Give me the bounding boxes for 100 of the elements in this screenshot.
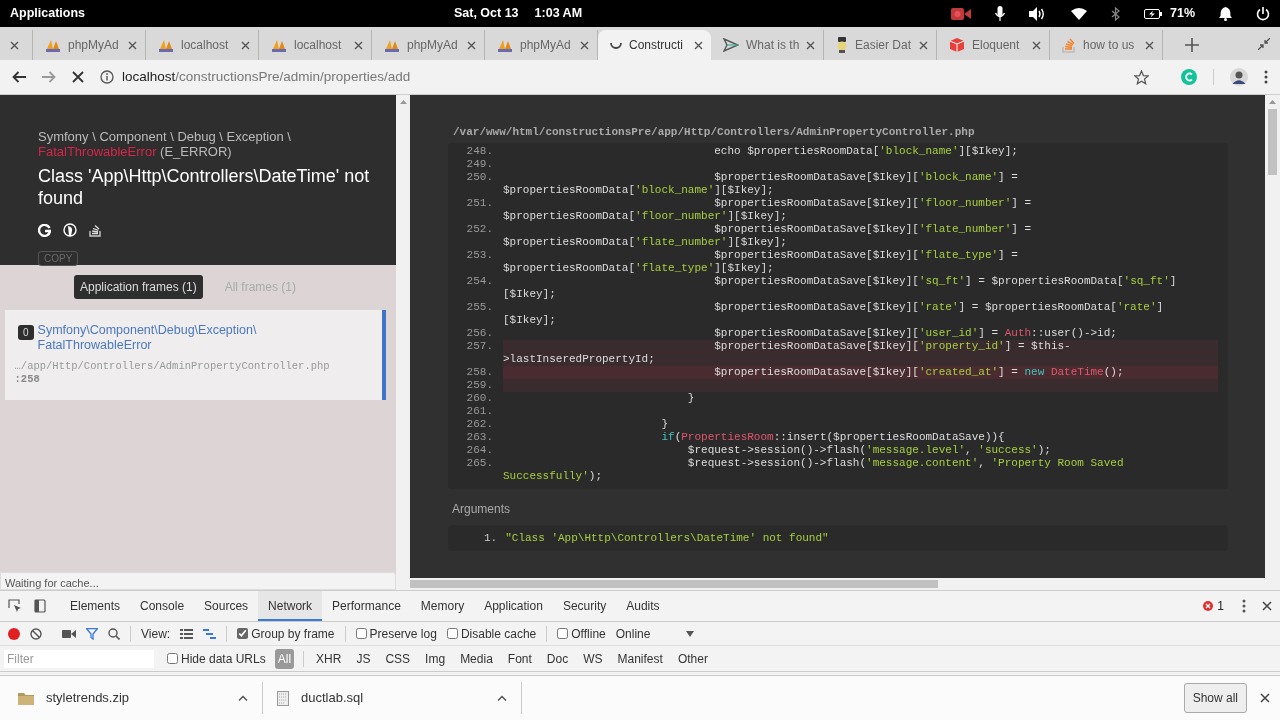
checkbox[interactable] [167,653,178,664]
devtools-tab[interactable]: Elements [60,591,131,621]
checkbox[interactable] [237,628,249,639]
stop-loading-icon[interactable] [72,71,84,83]
type-filter-button[interactable]: Img [422,648,449,669]
frame-filter-button[interactable]: Application frames (1) [73,275,203,299]
type-filter-button[interactable]: CSS [382,648,414,669]
document-file-icon [277,690,289,706]
download-item[interactable]: styletrends.zip [18,682,263,714]
cube-icon [949,37,965,53]
close-icon[interactable] [580,40,589,50]
close-icon[interactable] [1262,601,1272,611]
checkbox[interactable] [446,628,458,639]
close-icon[interactable] [128,40,137,50]
type-filter-button[interactable]: Manifest [614,648,666,669]
close-icon[interactable] [1032,40,1041,50]
new-tab-icon[interactable] [1185,38,1199,52]
record-icon[interactable] [8,627,20,640]
code-line: if(PropertiesRoom::insert($propertiesRoomDataSave)){ [660,431,1006,444]
type-filter-button[interactable]: Doc [543,648,572,669]
close-icon[interactable] [10,40,19,50]
stack-frame[interactable]: 0 Symfony\Component\Debug\Exception\ FatalThrowableError …/app/Http/Controllers/AdminPropertyController.php :258 [5,310,386,400]
menu-icon[interactable] [1264,70,1268,84]
type-filter-button[interactable]: WS [580,648,606,669]
browser-tab[interactable]: Constructi [598,30,711,60]
close-icon[interactable] [1260,693,1270,703]
close-icon[interactable] [241,40,250,50]
profile-avatar-icon[interactable] [1230,68,1248,86]
volume-icon[interactable] [1029,6,1047,21]
devtools-tab[interactable]: Audits [616,591,670,621]
close-icon[interactable] [354,40,363,50]
inspect-icon[interactable] [8,599,22,613]
throttling-select[interactable]: Online [615,624,695,643]
video-camera-icon[interactable] [62,628,76,639]
wifi-icon[interactable] [1071,7,1087,20]
power-icon[interactable] [1256,6,1270,21]
close-icon[interactable] [467,40,476,50]
error-count[interactable]: 1 [1217,597,1224,615]
error-message: Class 'App\Http\Controllers\DateTime' not found [38,165,371,209]
line-number: 264. [465,444,493,457]
time-text[interactable]: 1:03 AM [534,4,583,23]
chevron-up-icon[interactable] [497,695,507,701]
waterfall-view-icon[interactable] [203,628,217,639]
search-icon[interactable] [108,627,120,640]
forward-arrow-icon[interactable] [42,71,56,83]
type-filter-button[interactable]: Font [504,648,535,669]
bluetooth-icon[interactable] [1111,6,1120,21]
close-icon[interactable] [694,40,703,50]
devtools-tab[interactable]: Performance [322,591,411,621]
paper-plane-icon [723,38,739,52]
checkbox[interactable] [557,628,569,639]
devtools-tab[interactable]: Application [474,591,553,621]
device-toolbar-icon[interactable] [34,599,46,613]
devtools-tab[interactable]: Security [552,591,617,621]
scrollbar[interactable] [1265,95,1280,590]
list-view-icon[interactable] [180,628,194,639]
close-icon[interactable] [919,40,928,50]
back-arrow-icon[interactable] [12,71,26,83]
checkbox-label: Disable cache [460,625,537,643]
star-icon[interactable] [1134,69,1149,85]
devtools-tab[interactable]: Memory [410,591,475,621]
restore-window-icon[interactable] [1258,38,1270,50]
code-line: $request->session()->flash('message.content', 'Property Room Saved [686,457,1125,470]
microphone-icon[interactable] [995,5,1005,22]
checkbox[interactable] [355,628,367,639]
chevron-up-icon[interactable] [238,695,248,701]
scrollbar-thumb[interactable] [410,580,938,588]
line-number: 261. [465,405,493,418]
scrollbar-thumb[interactable] [1268,109,1277,175]
g-icon[interactable] [38,223,51,237]
line-number: 253. [465,249,493,262]
close-icon[interactable] [806,40,815,50]
info-icon[interactable] [100,70,114,84]
code-line: $propertiesRoomDataSave[$Ikey]['rate'] = $propertiesRoomData['rate'] [713,301,1165,314]
scrollbar[interactable] [396,95,410,590]
close-icon[interactable] [1145,40,1154,50]
notification-bell-icon[interactable] [1219,6,1232,21]
devtools-tab[interactable]: Network [258,591,323,621]
line-number: 260. [465,392,493,405]
download-item[interactable]: ductlab.sql [277,682,522,714]
type-filter-button[interactable]: XHR [313,648,345,669]
video-camera-icon[interactable] [951,6,971,21]
devtools-tab[interactable]: Sources [194,591,259,621]
type-filter-button[interactable]: Other [674,648,711,669]
clear-icon[interactable] [30,627,42,640]
applications-menu[interactable]: Applications [10,4,85,23]
stack-icon[interactable] [89,223,101,237]
filter-icon[interactable] [86,627,98,640]
devtools-tab[interactable]: Console [130,591,195,621]
menu-icon[interactable] [1242,599,1246,613]
line-number: 249. [465,158,493,171]
battery-icon[interactable] [1144,8,1162,19]
filter-field[interactable]: Filter [4,649,154,668]
type-filter-button[interactable]: JS [353,648,374,669]
sailboat-icon [384,38,400,52]
code-line: [$Ikey]; [503,288,557,301]
date-text[interactable]: Sat, Oct 13 [453,4,519,23]
type-filter-button[interactable]: Media [457,648,496,669]
url-text[interactable]: localhost/constructionsPre/admin/properties/add [122,66,411,88]
show-all-button[interactable]: Show all [1183,683,1247,713]
